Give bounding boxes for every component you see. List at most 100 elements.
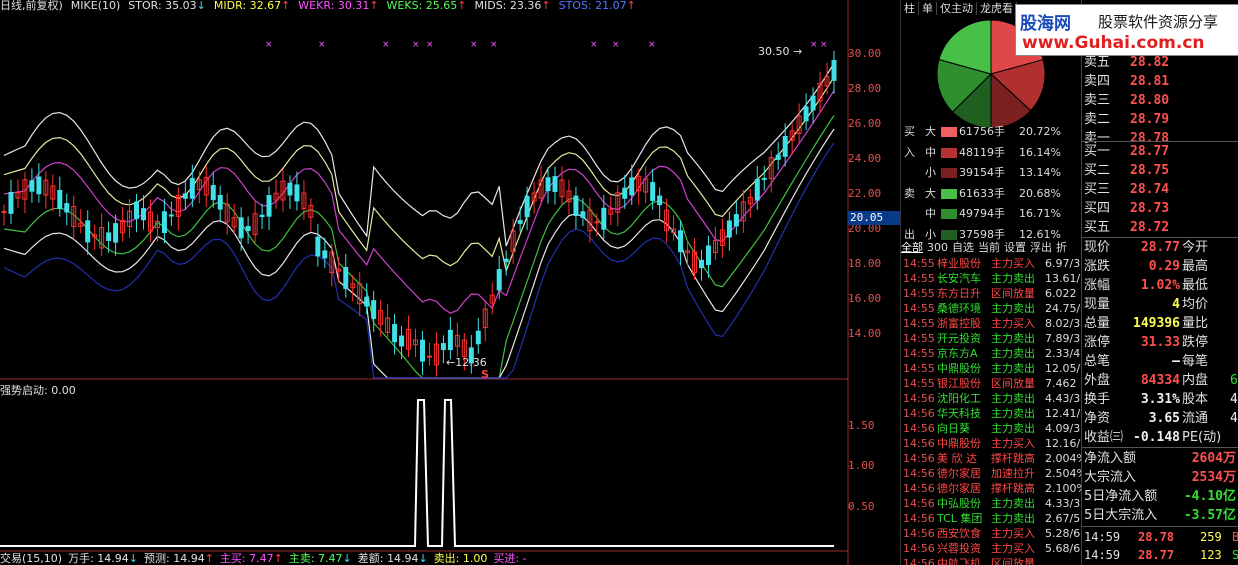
logo-url: www.Guhai.com.cn xyxy=(1022,33,1205,53)
candle-body xyxy=(343,267,349,289)
money-flow-row: 卖大 61633手 20.68% xyxy=(901,185,1081,203)
ticker-row[interactable]: 14:55 银江股份 区间放量 7.462 xyxy=(901,376,1081,391)
wekr-line xyxy=(3,90,835,314)
ticker-row[interactable]: 14:56 华天科技 主力卖出 12.41/ xyxy=(901,406,1081,421)
ticker-row[interactable]: 14:56 TCL 集团 主力卖出 2.67/5 xyxy=(901,511,1081,526)
ticker-row[interactable]: 14:55 京东方A 主力卖出 2.33/4 xyxy=(901,346,1081,361)
candle-body xyxy=(440,343,446,350)
ticker-row[interactable]: 14:56 西安饮食 主力买入 5.28/6 xyxy=(901,526,1081,541)
ticker-row[interactable]: 14:55 桑德环境 主力卖出 24.75/ xyxy=(901,301,1081,316)
ticker-time: 14:55 xyxy=(903,332,935,345)
ticker-time: 14:55 xyxy=(903,257,935,270)
ticker-value: 2.67/5 xyxy=(1045,512,1081,525)
quote-column: 卖五 28.82 卖四 28.81 卖三 28.80 卖二 28.79 卖一 28.78 买一 28.… xyxy=(1081,0,1238,565)
ticker-row[interactable]: 14:56 兴蓉投资 主力买入 5.68/6 xyxy=(901,541,1081,556)
sell-signal-label: S xyxy=(481,368,489,381)
ticker-row[interactable]: 14:56 向日葵 主力卖出 4.09/3 xyxy=(901,421,1081,436)
price-tick-label: 16.00 xyxy=(848,292,882,305)
ticker-stock-name: 西安饮食 xyxy=(937,527,981,540)
ticker-row[interactable]: 14:56德尔家居加速拉升 2.504% xyxy=(901,466,1081,481)
quote-label: 现价 xyxy=(1084,240,1111,255)
ticker-time: 14:56 xyxy=(903,452,935,465)
ticker-tab-300[interactable]: 300 xyxy=(927,241,948,254)
tab-single[interactable]: 单 xyxy=(919,2,937,15)
trade-flag: S xyxy=(1232,548,1238,562)
ticker-row[interactable]: 14:56德尔家居撑杆跳高 2.100% xyxy=(901,481,1081,496)
capital-row: 大宗流入 2534万 xyxy=(1082,468,1238,487)
panel-tabs[interactable]: 柱单仅主动 龙虎看 xyxy=(901,0,1017,15)
ticker-row[interactable]: 14:56美 欣 达 撑杆跳高 2.004% xyxy=(901,451,1081,466)
ticker-tab-current[interactable]: 当前 xyxy=(978,241,1000,254)
quote-value: – xyxy=(1172,354,1180,369)
sub-indicator-header: 强势启动: 0.00 xyxy=(0,384,76,397)
ticker-tab-all[interactable]: 全部 xyxy=(901,241,923,254)
ticker-action: 主力卖出 xyxy=(991,302,1035,315)
ask-label: 卖四 xyxy=(1084,74,1111,89)
ticker-action: 主力买入 xyxy=(991,437,1035,450)
ticker-tab-fold[interactable]: 折 xyxy=(1056,241,1067,254)
ticker-action: 主力买入 xyxy=(991,542,1035,555)
indicator-value: 交易(15,10) xyxy=(0,552,63,565)
ask-label: 卖二 xyxy=(1084,112,1111,127)
ticker-tab-watchlist[interactable]: 自选 xyxy=(952,241,974,254)
quote-label: 均价 xyxy=(1182,297,1209,312)
candle-body xyxy=(580,211,586,218)
price-tick-label: 24.00 xyxy=(848,152,882,165)
arrow-up-icon: ↑ xyxy=(281,0,291,12)
flow-percent: 16.71% xyxy=(1019,207,1061,220)
ticker-action: 主力卖出 xyxy=(991,512,1035,525)
tab-active-only[interactable]: 仅主动 xyxy=(937,2,977,15)
quote-value: 28.77 xyxy=(1140,240,1180,255)
ticker-tab-float[interactable]: 浮出 xyxy=(1030,241,1052,254)
ticker-row[interactable]: 14:55 长安汽车 主力卖出 13.61/ xyxy=(901,271,1081,286)
signal-marker: × xyxy=(612,40,620,50)
price-tick-label: 22.00 xyxy=(848,187,882,200)
signal-marker: × xyxy=(590,40,598,50)
quote-value: 31.33 xyxy=(1140,335,1180,350)
quote-row: 涨跌 0.29 最高 xyxy=(1082,257,1238,276)
ticker-row[interactable]: 14:56 中鼎股份 主力买入 12.16/ xyxy=(901,436,1081,451)
ticker-row[interactable]: 14:55 中鼎股份 主力卖出 12.05/ xyxy=(901,361,1081,376)
alert-ticker-list[interactable]: 14:55 梓业股份 主力买入 6.97/3 14:55 长安汽车 主力卖出 13.61/14… xyxy=(901,256,1081,565)
ticker-action: 主力卖出 xyxy=(991,497,1035,510)
ticker-value: 4.09/3 xyxy=(1045,422,1081,435)
right-panel: 柱单仅主动 龙虎看 买大 61756手 20.72% 入中 48119手 16.14% 小 39… xyxy=(900,0,1238,565)
quote-label: PE(动) xyxy=(1182,430,1222,445)
ticker-value: 4.33/3 xyxy=(1045,497,1081,510)
ticker-row[interactable]: 14:55 浙富控股 主力买入 8.02/3 xyxy=(901,316,1081,331)
candle-body xyxy=(447,329,453,351)
price-tick-label: 14.00 xyxy=(848,327,882,340)
ticker-row[interactable]: 14:55 东方日升 区间放量 6.022 xyxy=(901,286,1081,301)
tab-dragon-tiger[interactable]: 龙虎看 xyxy=(977,2,1017,15)
bid-row: 买五 28.72 xyxy=(1082,218,1238,237)
ticker-stock-name: 沈阳化工 xyxy=(937,392,981,405)
signal-marker: × xyxy=(648,40,656,50)
bid-row: 买二 28.75 xyxy=(1082,161,1238,180)
tab-bar[interactable]: 柱 xyxy=(901,2,919,15)
ticker-row[interactable]: 14:56 沈阳化工 主力卖出 4.43/3 xyxy=(901,391,1081,406)
ticker-tab-settings[interactable]: 设置 xyxy=(1004,241,1026,254)
flow-color-swatch xyxy=(941,127,957,137)
chart-area[interactable]: × × × × × × × × × × × × 30.50 → ←12.36 S 日线,前复权) MIKE(1… xyxy=(0,0,900,565)
ticker-action: 撑杆跳高 xyxy=(991,452,1035,465)
flow-size-label: 大 xyxy=(925,186,936,200)
ticker-value: 7.462 xyxy=(1045,377,1077,390)
ticker-row[interactable]: 14:55 开元投资 主力卖出 7.89/3 xyxy=(901,331,1081,346)
volume-indicator-bar: 交易(15,10) 万手: 14.94↓ 预测: 14.94↑ 主买: 7.47↑ 主卖… xyxy=(0,552,850,565)
ticker-stock-name: 中弘股份 xyxy=(937,497,981,510)
ticker-value: 24.75/ xyxy=(1045,302,1081,315)
ticker-row[interactable]: 14:56 中航飞机 区间放量 xyxy=(901,556,1081,565)
ticker-time: 14:56 xyxy=(903,467,935,480)
arrow-up-icon: ↑ xyxy=(204,552,214,565)
kline-chart[interactable]: × × × × × × × × × × × ×30.50 →←12.36S xyxy=(0,0,900,565)
ticker-stock-name: 兴蓉投资 xyxy=(937,542,981,555)
capital-label: 5日大宗流入 xyxy=(1084,508,1158,523)
indicator-value: MIDR: 32.67↑ xyxy=(213,0,291,12)
signal-marker: × xyxy=(382,40,390,50)
ticker-row[interactable]: 14:55 梓业股份 主力买入 6.97/3 xyxy=(901,256,1081,271)
ticker-row[interactable]: 14:56 中弘股份 主力卖出 4.33/3 xyxy=(901,496,1081,511)
indicator-header: 日线,前复权) MIKE(10) STOR: 35.03↓ MIDR: 32.67↑ W… xyxy=(0,0,850,14)
ticker-tabs[interactable]: 全部 300 自选 当前 设置 浮出折 xyxy=(901,239,1081,255)
sub-tick-label: 1.00 xyxy=(848,459,875,472)
signal-marker: × xyxy=(412,40,420,50)
